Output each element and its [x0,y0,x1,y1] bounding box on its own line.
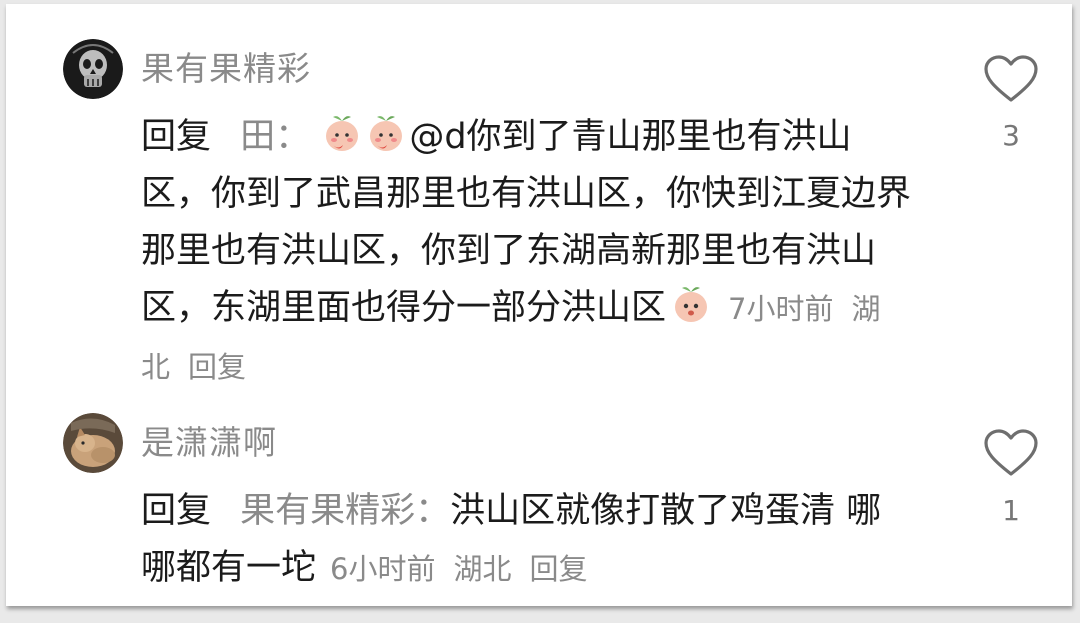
reply-target[interactable]: 田： [240,117,310,157]
comment-list: 果有果精彩 回复 田： @d你到了青山那里也有洪山区，你到了武昌那里也有洪山区，… [6,4,1072,606]
peach-emoji-icon [326,116,359,151]
comment-meta: 6小时前 湖北 回复 [330,552,605,586]
like-count: 3 [1002,119,1020,152]
peach-emoji-icon [370,116,403,151]
reply-button[interactable]: 回复 [529,552,587,586]
skull-avatar-icon [63,39,123,99]
comment-body: 回复 果有果精彩：洪山区就像打散了鸡蛋清 哪哪都有一坨 6小时前 湖北 回复 [141,483,911,598]
heart-icon[interactable] [983,54,1039,104]
comment-time: 7小时前 [728,292,834,326]
comment-location: 湖北 [453,552,512,586]
peach-emoji-icon [675,287,708,322]
reply-target[interactable]: 果有果精彩： [240,491,450,531]
like-count: 1 [1002,494,1020,527]
comment-time: 6小时前 [330,552,436,586]
heart-icon[interactable] [983,428,1039,478]
reply-prefix: 回复 [141,491,212,531]
reply-prefix: 回复 [141,117,212,157]
reply-button[interactable]: 回复 [188,350,246,384]
avatar[interactable] [63,413,123,473]
avatar[interactable] [63,39,123,99]
comment-body: 回复 田： @d你到了青山那里也有洪山区，你到了武昌那里也有洪山区，你快到江夏边… [141,109,911,396]
comment-username[interactable]: 果有果精彩 [141,42,311,90]
cat-avatar-icon [63,413,123,473]
comment-username[interactable]: 是潇潇啊 [141,416,277,464]
